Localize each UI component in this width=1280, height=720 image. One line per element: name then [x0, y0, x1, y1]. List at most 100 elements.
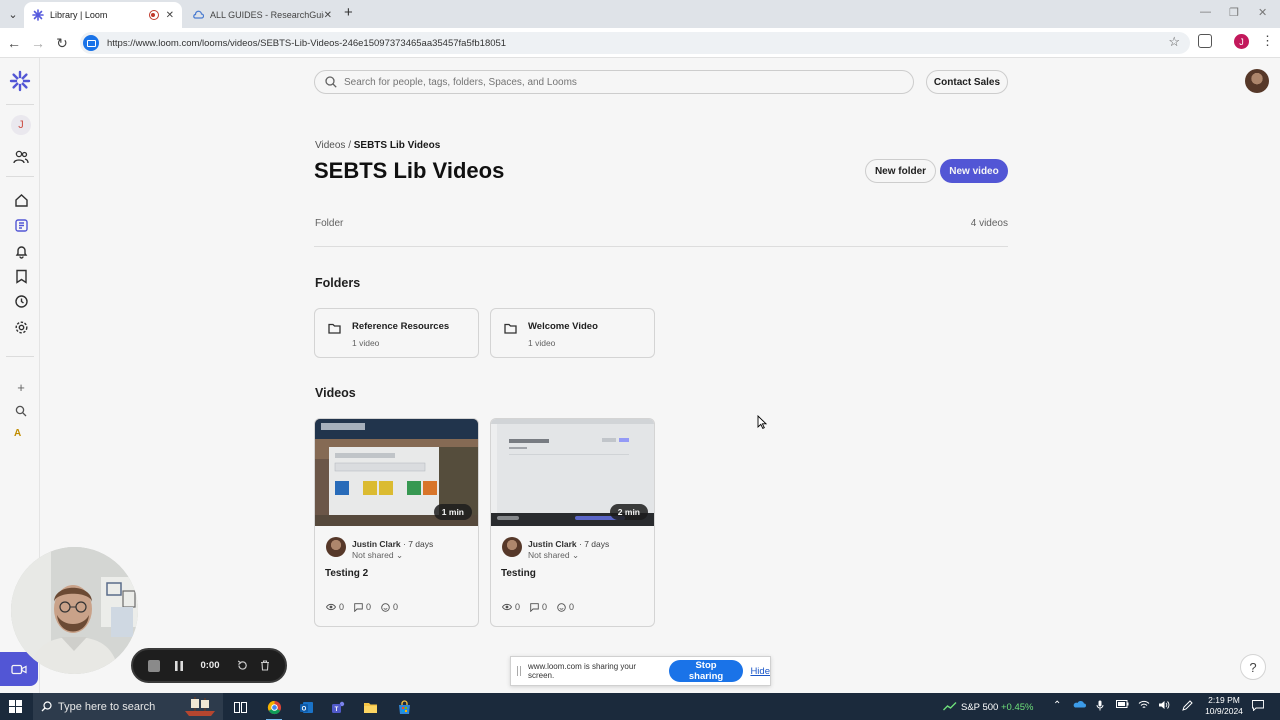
delete-recording-button[interactable] [257, 650, 273, 681]
video-title[interactable]: Testing [501, 568, 536, 579]
webcam-bubble[interactable] [11, 547, 138, 674]
file-explorer-taskbar-icon[interactable] [360, 697, 380, 717]
profile-avatar[interactable]: J [1234, 34, 1249, 49]
stop-recording-button[interactable] [145, 650, 163, 681]
space-avatar[interactable]: A [14, 428, 21, 439]
view-count: 0 [339, 602, 345, 612]
video-count: 4 videos [970, 218, 1008, 229]
outlook-taskbar-icon[interactable]: O [296, 697, 316, 717]
workspace-avatar[interactable]: J [11, 115, 31, 135]
search-spaces-icon[interactable] [12, 402, 30, 420]
taskbar-search-box[interactable]: Type here to search [33, 693, 223, 720]
bookmark-icon[interactable] [12, 267, 30, 285]
teams-taskbar-icon[interactable]: T [328, 697, 348, 717]
recording-timer: 0:00 [200, 660, 220, 671]
recording-indicator-icon [148, 10, 159, 20]
task-view-icon[interactable] [230, 697, 250, 717]
restart-button[interactable] [234, 650, 250, 681]
sharing-status: Not shared [528, 550, 570, 560]
volume-icon[interactable] [1158, 700, 1170, 713]
extensions-icon[interactable] [1198, 34, 1212, 48]
bookmark-star-icon[interactable]: ☆ [1168, 34, 1180, 50]
windows-start-icon[interactable] [9, 700, 22, 713]
system-clock[interactable]: 2:19 PM 10/9/2024 [1200, 695, 1248, 717]
hide-link[interactable]: Hide [750, 666, 770, 677]
stop-sharing-button[interactable]: Stop sharing [668, 660, 744, 682]
notifications-icon[interactable] [12, 242, 30, 260]
new-folder-button[interactable]: New folder [865, 159, 936, 183]
browser-tab[interactable]: ALL GUIDES - ResearchGuides ✕ [184, 2, 340, 28]
notification-center-icon[interactable] [1252, 700, 1264, 714]
wifi-icon[interactable] [1138, 700, 1150, 713]
videos-heading: Videos [315, 386, 356, 400]
browser-toolbar: ← → ↻ https://www.loom.com/looms/videos/… [0, 28, 1280, 58]
restore-icon[interactable]: ❐ [1229, 6, 1239, 19]
clock-time: 2:19 PM [1208, 695, 1240, 705]
tab-search-icon[interactable]: ⌄ [4, 5, 22, 23]
close-tab-icon[interactable]: ✕ [324, 10, 332, 21]
sharing-dropdown[interactable]: Not shared ⌄ [352, 550, 403, 561]
tray-expand-icon[interactable]: ⌃ [1053, 700, 1061, 711]
sharing-dropdown[interactable]: Not shared ⌄ [528, 550, 579, 561]
folder-icon [328, 323, 341, 334]
comment-count: 0 [542, 602, 548, 612]
folder-card[interactable]: Reference Resources 1 video [314, 308, 479, 358]
loom-logo-icon[interactable] [9, 70, 31, 92]
new-tab-icon[interactable]: + [344, 4, 353, 21]
battery-icon[interactable] [1116, 700, 1129, 711]
video-age: 7 days [584, 539, 610, 549]
settings-gear-icon[interactable] [12, 318, 30, 336]
video-card[interactable]: 2 min Justin Clark · 7 days Not shared ⌄… [490, 418, 655, 627]
sidebar-divider [6, 176, 34, 177]
minimize-icon[interactable]: — [1200, 6, 1211, 18]
recording-controls: 0:00 [131, 648, 287, 683]
video-title[interactable]: Testing 2 [325, 568, 368, 579]
onedrive-icon[interactable] [1073, 700, 1086, 711]
cloud-favicon-icon [193, 10, 204, 19]
contact-sales-button[interactable]: Contact Sales [926, 70, 1008, 94]
pause-button[interactable] [171, 650, 187, 681]
history-icon[interactable] [12, 292, 30, 310]
microphone-icon[interactable] [1096, 700, 1104, 714]
clock-date: 10/9/2024 [1205, 706, 1243, 716]
home-icon[interactable] [12, 191, 30, 209]
author-name[interactable]: Justin Clark [352, 539, 401, 549]
store-taskbar-icon[interactable] [394, 697, 414, 717]
search-bar[interactable] [314, 70, 914, 94]
trash-icon [261, 660, 269, 671]
sharing-status: Not shared [352, 550, 394, 560]
stock-widget[interactable]: S&P 500 +0.45% [943, 701, 1033, 713]
pen-icon[interactable] [1182, 700, 1193, 714]
forward-icon[interactable]: → [29, 34, 47, 52]
site-info-icon[interactable] [83, 35, 99, 51]
author-name[interactable]: Justin Clark [528, 539, 577, 549]
new-video-button[interactable]: New video [940, 159, 1008, 183]
breadcrumb-videos-link[interactable]: Videos [315, 140, 345, 151]
screen-sharing-bar: www.loom.com is sharing your screen. Sto… [510, 656, 771, 686]
folder-card[interactable]: Welcome Video 1 video [490, 308, 655, 358]
add-space-icon[interactable]: + [12, 378, 30, 396]
taskbar-search-placeholder: Type here to search [58, 700, 156, 713]
members-icon[interactable] [12, 148, 30, 166]
browser-menu-icon[interactable]: ⋮ [1261, 33, 1274, 49]
video-thumbnail[interactable]: 2 min [491, 419, 654, 526]
chrome-taskbar-icon[interactable] [264, 697, 284, 720]
reload-icon[interactable]: ↻ [53, 34, 71, 52]
search-input[interactable] [344, 76, 884, 88]
user-avatar[interactable] [1245, 69, 1269, 93]
author-avatar [326, 537, 346, 557]
breadcrumb-current: SEBTS Lib Videos [353, 140, 441, 151]
help-button[interactable]: ? [1240, 654, 1266, 680]
sharing-message: www.loom.com is sharing your screen. [527, 662, 636, 680]
library-icon[interactable] [12, 216, 30, 234]
drag-handle-icon[interactable] [517, 666, 521, 676]
browser-tab-active[interactable]: Library | Loom ✕ [24, 2, 182, 28]
back-icon[interactable]: ← [5, 34, 23, 52]
loom-app: J + A Contact Sales [0, 58, 1280, 693]
close-tab-icon[interactable]: ✕ [166, 10, 174, 21]
video-thumbnail[interactable]: 1 min [315, 419, 478, 526]
restart-icon [237, 660, 247, 670]
address-bar[interactable]: https://www.loom.com/looms/videos/SEBTS-… [80, 32, 1190, 54]
video-card[interactable]: 1 min Justin Clark · 7 days Not shared ⌄… [314, 418, 479, 627]
close-window-icon[interactable]: ✕ [1258, 6, 1267, 19]
